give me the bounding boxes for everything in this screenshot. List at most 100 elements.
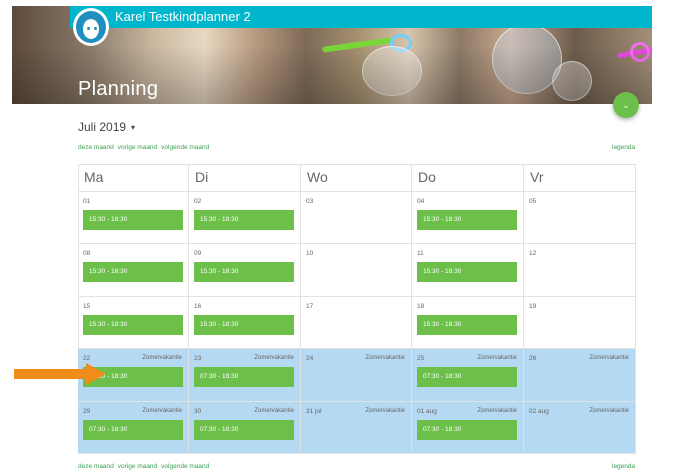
top-bar: Karel Testkindplanner 2: [70, 6, 652, 28]
day-number: 22: [83, 355, 91, 363]
pointer-arrow-icon: [14, 363, 106, 385]
calendar-day-cell[interactable]: 25 Zomervakantie 07:30 - 18:30: [412, 349, 524, 402]
calendar-day-cell[interactable]: 04 15:30 - 18:30: [412, 192, 524, 245]
calendar-day-cell[interactable]: 08 15:30 - 18:30: [78, 244, 189, 297]
day-header: Wo: [301, 164, 412, 192]
this-month-link[interactable]: deze maand: [78, 463, 114, 470]
day-number: 18: [417, 302, 425, 310]
day-number: 29: [83, 407, 91, 415]
avatar-eye-icon: [94, 27, 97, 30]
time-slot-block[interactable]: 07:30 - 18:30: [417, 367, 517, 388]
day-number: 11: [417, 250, 424, 258]
avatar-eye-icon: [87, 27, 90, 30]
day-number: 03: [306, 198, 314, 205]
day-number: 09: [194, 250, 202, 258]
time-slot-block[interactable]: 07:30 - 18:30: [194, 419, 294, 440]
prev-month-link[interactable]: vorige maand: [118, 463, 157, 470]
calendar-day-cell[interactable]: 10: [301, 244, 412, 297]
calendar-day-cell[interactable]: 26 Zomervakantie: [524, 349, 636, 402]
day-number: 16: [194, 302, 202, 310]
time-slot-block[interactable]: 15:30 - 18:30: [194, 262, 294, 283]
this-month-link[interactable]: deze maand: [78, 144, 114, 151]
day-number: 19: [529, 302, 537, 310]
calendar-day-cell[interactable]: 23 Zomervakantie 07:30 - 18:30: [189, 349, 301, 402]
day-number: 01: [83, 198, 91, 205]
holiday-label: Zomervakantie: [589, 407, 629, 414]
calendar-day-cell[interactable]: 09 15:30 - 18:30: [189, 244, 301, 297]
legend-link-bottom[interactable]: legenda: [612, 463, 635, 470]
holiday-label: Zomervakantie: [142, 407, 182, 414]
day-number: 10: [306, 250, 314, 258]
day-number: 30: [194, 407, 202, 415]
calendar-day-cell[interactable]: 02 aug Zomervakantie: [524, 401, 636, 454]
day-number: 02: [194, 198, 202, 205]
day-number: 08: [83, 250, 91, 258]
holiday-label: Zomervakantie: [365, 407, 405, 414]
avatar[interactable]: [73, 8, 109, 46]
calendar-day-cell[interactable]: 24 Zomervakantie: [301, 349, 412, 402]
day-number: 15: [83, 302, 91, 310]
calendar-day-cell[interactable]: 01 aug Zomervakantie 07:30 - 18:30: [412, 401, 524, 454]
legend-link-top[interactable]: legenda: [612, 144, 635, 151]
day-header: Di: [189, 164, 301, 192]
holiday-label: Zomervakantie: [477, 407, 517, 414]
chevron-down-icon: ⌄: [622, 99, 630, 110]
holiday-label: Zomervakantie: [254, 407, 294, 414]
next-month-link[interactable]: volgende maand: [161, 144, 209, 151]
time-slot-block[interactable]: 15:30 - 18:30: [83, 210, 183, 230]
day-header: Vr: [524, 164, 636, 192]
next-month-link[interactable]: volgende maand: [161, 463, 209, 470]
holiday-label: Zomervakantie: [254, 355, 294, 362]
holiday-label: Zomervakantie: [477, 355, 517, 362]
day-number: 25: [417, 355, 425, 363]
calendar-day-cell[interactable]: 18 15:30 - 18:30: [412, 296, 524, 350]
time-slot-block[interactable]: 15:30 - 18:30: [83, 314, 183, 335]
day-number: 12: [529, 250, 537, 258]
day-number: 04: [417, 198, 425, 205]
calendar-day-cell[interactable]: 01 15:30 - 18:30: [78, 192, 189, 245]
page-title: Planning: [78, 78, 159, 100]
holiday-label: Zomervakantie: [365, 355, 405, 362]
calendar-day-cell[interactable]: 03: [301, 192, 412, 245]
month-nav-bottom: deze maand vorige maand volgende maand: [78, 463, 213, 470]
user-name[interactable]: Karel Testkindplanner 2: [115, 9, 251, 24]
day-number: 26: [529, 355, 537, 363]
calendar-day-cell[interactable]: 19: [524, 296, 636, 350]
day-number: 01 aug: [417, 407, 437, 415]
caret-down-icon: ▾: [131, 123, 136, 133]
day-number: 05: [529, 198, 537, 205]
holiday-label: Zomervakantie: [589, 355, 629, 362]
calendar-day-cell[interactable]: 11 15:30 - 18:30: [412, 244, 524, 297]
calendar-day-cell[interactable]: 05: [524, 192, 636, 245]
calendar-day-cell[interactable]: 15 15:30 - 18:30: [78, 296, 189, 350]
calendar-day-cell[interactable]: 31 jul Zomervakantie: [301, 401, 412, 454]
calendar-day-cell[interactable]: 02 15:30 - 18:30: [189, 192, 301, 245]
month-nav-top: deze maand vorige maand volgende maand: [78, 144, 213, 151]
time-slot-block[interactable]: 15:30 - 18:30: [194, 210, 294, 230]
day-header: Ma: [78, 164, 189, 192]
prev-month-link[interactable]: vorige maand: [118, 144, 157, 151]
day-header: Do: [412, 164, 524, 192]
calendar-day-cell[interactable]: 30 Zomervakantie 07:30 - 18:30: [189, 401, 301, 454]
time-slot-block[interactable]: 15:30 - 18:30: [417, 314, 517, 335]
day-number: 24: [306, 355, 314, 363]
day-number: 02 aug: [529, 407, 549, 415]
time-slot-block[interactable]: 07:30 - 18:30: [194, 367, 294, 388]
time-slot-block[interactable]: 15:30 - 18:30: [194, 314, 294, 335]
day-number: 23: [194, 355, 202, 363]
time-slot-block[interactable]: 15:30 - 18:30: [417, 262, 517, 283]
calendar-day-cell[interactable]: 16 15:30 - 18:30: [189, 296, 301, 350]
calendar-day-cell[interactable]: 17: [301, 296, 412, 350]
holiday-label: Zomervakantie: [142, 355, 182, 362]
month-selector[interactable]: Juli 2019 ▾: [78, 120, 135, 134]
time-slot-block[interactable]: 07:30 - 18:30: [417, 419, 517, 440]
calendar-day-cell[interactable]: 29 Zomervakantie 07:30 - 18:30: [78, 401, 189, 454]
day-number: 31 jul: [306, 407, 322, 415]
time-slot-block[interactable]: 15:30 - 18:30: [83, 262, 183, 283]
time-slot-block[interactable]: 07:30 - 18:30: [83, 419, 183, 440]
month-label: Juli 2019: [78, 120, 127, 134]
time-slot-block[interactable]: 15:30 - 18:30: [417, 210, 517, 230]
expand-button[interactable]: ⌄: [613, 92, 639, 118]
calendar-grid: Ma Di Wo Do Vr 01 15:30 - 18:30 02 15:30 - 18:30…: [78, 164, 636, 454]
calendar-day-cell[interactable]: 12: [524, 244, 636, 297]
